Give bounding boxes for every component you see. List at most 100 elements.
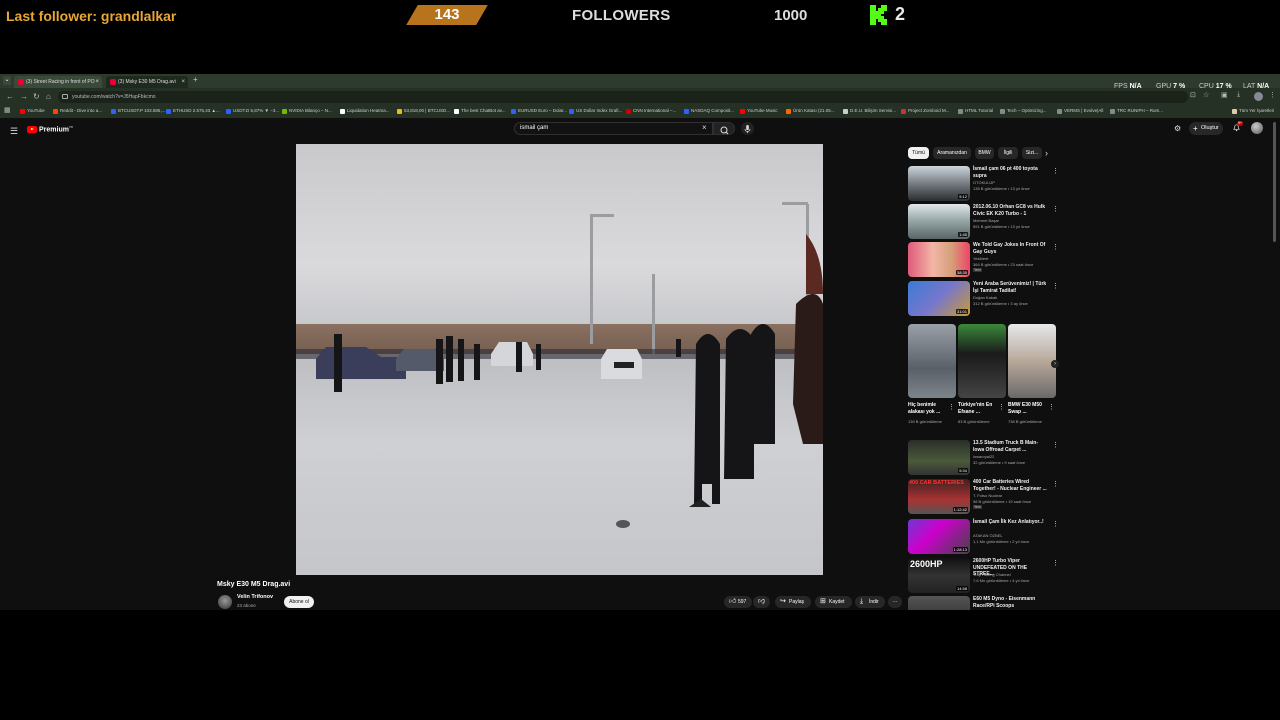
more-options-icon[interactable]: ⋮ <box>1048 403 1055 411</box>
channel-name[interactable]: Velin Trifonov <box>237 594 273 600</box>
extensions-icon[interactable]: ▣ <box>1221 91 1228 99</box>
close-tab-icon[interactable]: × <box>181 76 185 88</box>
back-icon[interactable]: ← <box>6 92 14 101</box>
browser-profile-avatar[interactable] <box>1254 92 1263 101</box>
bookmark-item[interactable]: CNN International –... <box>626 108 676 114</box>
browser-menu-icon[interactable]: ⋮ <box>1269 91 1276 99</box>
bookmark-item[interactable]: Project Zomboid M... <box>901 108 950 114</box>
forward-icon[interactable]: → <box>20 92 28 101</box>
more-options-icon[interactable]: ⋮ <box>1052 559 1059 567</box>
recommended-video[interactable]: 2600HP 14:58 2600HP Turbo Viper UNDEFEAT… <box>908 558 1063 594</box>
more-options-icon[interactable]: ⋮ <box>1052 480 1059 488</box>
bookmark-item[interactable]: Tech – Optimizing... <box>1000 108 1047 114</box>
account-avatar[interactable] <box>1251 122 1263 134</box>
site-info-icon[interactable] <box>62 94 68 99</box>
chip-bmw[interactable]: BMW <box>975 147 994 159</box>
youtube-brand[interactable]: PremiumTR <box>39 125 73 133</box>
menu-icon[interactable]: ☰ <box>10 126 18 137</box>
recommended-video[interactable]: 1:45 2012.06.10 Orhan GC8 vs Hulk Civic … <box>908 204 1063 240</box>
new-tab-button[interactable]: + <box>193 75 198 84</box>
channel-avatar[interactable] <box>218 595 232 609</box>
subscribe-button[interactable]: Abone ol <box>284 596 314 608</box>
more-options-icon[interactable]: ⋮ <box>1052 205 1059 213</box>
video-player[interactable] <box>296 144 823 575</box>
bookmark-item[interactable]: USDT.D 5,87% ▼ −3... <box>226 108 279 114</box>
more-options-icon[interactable]: ⋮ <box>948 403 955 411</box>
bookmark-item[interactable]: HTML Tutorial <box>958 108 993 114</box>
downloads-icon[interactable]: ⤓ <box>1237 91 1240 99</box>
recommended-video[interactable]: E60 M5 Dyno - Eisenmann Race/RPi Scoops <box>908 596 1063 610</box>
share-button[interactable]: ↪ Paylaş <box>775 596 811 608</box>
like-button[interactable]: 👍︎ 597 <box>724 596 752 608</box>
all-bookmarks[interactable]: Tüm Yer İşaretleri <box>1232 108 1274 114</box>
clear-search-icon[interactable]: × <box>702 123 707 132</box>
followers-count-badge: 143 <box>406 5 488 25</box>
bookmark-item[interactable]: NASDAQ Composit... <box>684 108 734 114</box>
channel-name: Doğan Kabak <box>973 295 998 300</box>
bookmark-item[interactable]: US Dollar Index Grafi... <box>569 108 622 114</box>
bookmark-item[interactable]: Reddit - Dive into a... <box>53 108 102 114</box>
bookmark-item[interactable]: TRC RUNIPH – Rum... <box>1110 108 1163 114</box>
url-field[interactable]: youtube.com/watch?v=J5HapFbkcmo <box>58 91 1188 103</box>
close-tab-icon[interactable]: × <box>95 76 99 88</box>
download-button[interactable]: ⤓ İndir <box>855 596 885 608</box>
recommended-video[interactable]: 5:34 13.5 Stadium Truck B Main- Iowa Off… <box>908 440 1063 476</box>
video-thumbnail: 5:34 <box>908 440 970 475</box>
share-icon: ↪ <box>780 598 786 605</box>
chip-all[interactable]: Tümü <box>908 147 929 159</box>
bookmark-item[interactable]: D.E.U. Bilişim Servisi... <box>843 108 896 114</box>
chevron-right-icon[interactable]: › <box>1045 148 1048 158</box>
bookmark-item[interactable]: ETHUSD 2.575,43 ▲... <box>166 108 220 114</box>
search-button[interactable] <box>713 122 735 135</box>
install-icon[interactable]: ⊡ <box>1190 91 1196 99</box>
more-options-icon[interactable]: ⋮ <box>1052 243 1059 251</box>
youtube-logo-icon[interactable] <box>27 126 37 133</box>
recommended-video[interactable]: 31:01 Yeni Araba Serüvenimiz! | Türk İşi… <box>908 281 1063 317</box>
apps-grid-icon[interactable]: ▦ <box>4 106 11 114</box>
more-options-icon[interactable]: ⋮ <box>1052 441 1059 449</box>
home-icon[interactable]: ⌂ <box>46 92 51 101</box>
chip-related[interactable]: İlgili <box>998 147 1018 159</box>
short-thumbnail[interactable] <box>908 324 956 398</box>
tab-street-racing[interactable]: (3) Street Racing in front of PO × <box>14 76 102 88</box>
channel-name: Mehmet Başar <box>973 218 1000 223</box>
bookmark-item[interactable]: 53,818,00 | BTCUSD... <box>397 108 450 114</box>
recommended-video[interactable]: 5:12 İsmail çam 06 pt 400 toyota supra O… <box>908 166 1063 202</box>
chip-from-search[interactable]: Aramanızdan <box>933 147 971 159</box>
more-options-icon[interactable]: ⋮ <box>1052 167 1059 175</box>
more-actions-button[interactable]: ··· <box>888 596 902 608</box>
tab-msky-e30[interactable]: (3) Msky E30 M5 Drag.avi × <box>106 76 188 88</box>
bookmark-item[interactable]: BTCUSDT.P 103.585,... <box>111 108 165 114</box>
save-button[interactable]: ⊞ Kaydet <box>815 596 852 608</box>
more-options-icon[interactable]: ⋮ <box>998 403 1005 411</box>
dislike-button[interactable]: 👎︎ <box>753 596 770 608</box>
tab-bar: ⌄ (3) Street Racing in front of PO × (3)… <box>0 74 1280 90</box>
video-duration: 1:45 <box>958 232 968 237</box>
short-thumbnail[interactable] <box>1008 324 1056 398</box>
more-options-icon[interactable]: ⋮ <box>1052 520 1059 528</box>
voice-search-button[interactable] <box>741 122 754 135</box>
cast-icon[interactable]: ⚙ <box>1174 124 1181 133</box>
recommended-video[interactable]: 38:35 We Told Gay Jokes In Front Of Gay … <box>908 242 1063 278</box>
bookmark-star-icon[interactable]: ☆ <box>1203 91 1209 99</box>
bookmark-item[interactable]: NVIDIA Bilanço – N... <box>282 108 332 114</box>
chip-for-you[interactable]: Sizi... <box>1022 147 1042 159</box>
bookmark-item[interactable]: Ürün Katası (21.05... <box>786 108 835 114</box>
search-input[interactable]: ismail çam <box>514 122 713 135</box>
recommended-video[interactable]: 1:28:13 İsmail Çam İlk Kez Anlatıyor..! … <box>908 519 1063 555</box>
page-scrollbar[interactable] <box>1273 122 1276 242</box>
create-button[interactable]: Oluştur <box>1189 122 1223 135</box>
bookmark-item[interactable]: YouTube <box>20 108 45 114</box>
bookmark-item[interactable]: YouTube Music <box>740 108 778 114</box>
reload-icon[interactable]: ↻ <box>33 92 40 101</box>
video-duration: 38:35 <box>955 270 968 275</box>
bookmark-item[interactable]: EURUSD Euro – Dolar... <box>511 108 567 114</box>
bookmark-item[interactable]: VERMS | Evolve|All <box>1057 108 1103 114</box>
bookmark-item[interactable]: The best ChatBot av... <box>454 108 505 114</box>
recommended-video[interactable]: 400 CAR BATTERIES 1:12:42 400 Car Batter… <box>908 479 1063 515</box>
bookmark-item[interactable]: Liquidation Heatma... <box>340 108 390 114</box>
short-thumbnail[interactable] <box>958 324 1006 398</box>
shorts-next-icon[interactable]: › <box>1051 360 1059 368</box>
tab-search-button[interactable]: ⌄ <box>3 76 11 85</box>
more-options-icon[interactable]: ⋮ <box>1052 282 1059 290</box>
